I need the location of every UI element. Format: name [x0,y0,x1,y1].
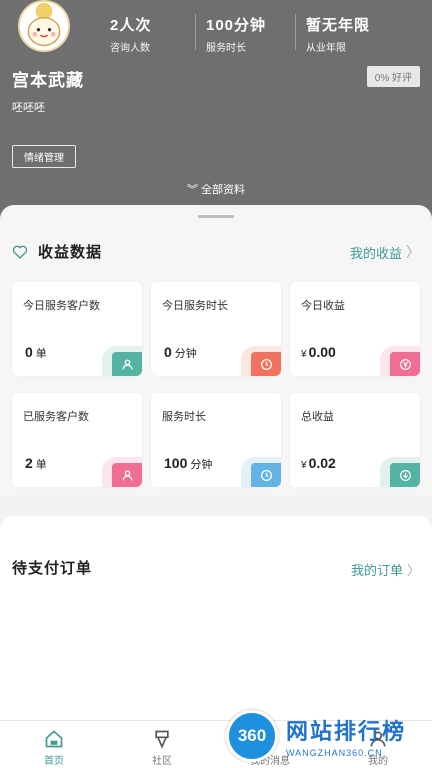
profile-name: 宫本武藏 [12,71,84,90]
income-card[interactable]: 总收益 ¥0.02 [290,393,420,487]
my-income-label: 我的收益 [349,245,402,261]
income-card-value: 100 分钟 [162,455,212,472]
clock-icon [260,469,272,481]
pending-orders-section: 待支付订单 我的订单〉 [0,516,432,720]
value-unit: 分钟 [174,348,197,360]
currency-symbol: ¥ [301,460,307,471]
stat-label: 咨询人数 [110,43,150,54]
income-section-title: 收益数据 [38,244,103,261]
badge-face [390,463,420,487]
double-chevron-down-icon: ︾ [186,184,198,196]
badge-face [112,352,142,376]
tab-label: 首页 [44,756,64,767]
value-number: 0.00 [308,344,336,360]
person-icon [122,470,132,480]
tab-label: 社区 [152,756,172,767]
currency-symbol: ¥ [301,349,307,360]
income-card-badge [241,346,281,376]
person-icon [122,359,132,369]
all-info-toggle[interactable]: ︾ 全部资料 [0,181,432,197]
income-card-value: 0单 [23,344,47,361]
watermark-domain: WANGZHAN360.CN [286,748,383,758]
stat-label: 服务时长 [206,43,246,54]
profile-header: 2人次 咨询人数 100分钟 服务时长 暂无年限 从业年限 宫本武藏 0% 好评… [0,0,432,230]
tab-home[interactable]: 首页 [0,721,108,768]
income-card[interactable]: 今日收益 ¥0.00 [290,282,420,376]
value-number: 2 [25,455,33,471]
value-unit: 分钟 [190,459,213,471]
value-number: 0 [164,344,172,360]
pending-orders-title: 待支付订单 [12,560,93,577]
income-card-value: 2单 [23,455,47,472]
income-card-value: 0 分钟 [162,344,197,361]
chevron-right-icon: 〉 [406,563,420,578]
drag-handle[interactable] [198,215,234,218]
stats-row: 2人次 咨询人数 100分钟 服务时长 暂无年限 从业年限 [100,14,422,54]
income-panel: 收益数据 我的收益 〉 今日服务客户数 0 单今日服务时长 0 分钟 今日收益 ¥0.00 已… [0,205,432,495]
income-card-badge [102,346,142,376]
heart-icon [12,245,28,259]
income-card-badge [102,457,142,487]
badge-face [251,463,281,487]
watermark-name: 网站排行榜 [286,719,407,744]
income-card-title: 今日服务时长 [162,300,228,312]
value-unit: 单 [35,459,47,471]
clock-icon [260,358,272,370]
home-icon [45,730,63,748]
income-card-title: 服务时长 [162,411,206,423]
badge-face [390,352,420,376]
all-info-label: 全部资料 [201,184,246,196]
value-number: 0.02 [308,455,336,471]
my-orders-link[interactable]: 我的订单〉 [351,560,420,579]
income-card-badge [241,457,281,487]
income-card[interactable]: 已服务客户数 2 单 [12,393,142,487]
stat-consult-count: 2人次 咨询人数 [100,14,195,54]
stat-value: 暂无年限 [306,17,371,34]
income-card-title: 今日收益 [301,300,345,312]
value-unit: 单 [35,348,47,360]
value-number: 0 [25,344,33,360]
tab-community[interactable]: 社区 [108,721,216,768]
income-card-value: ¥0.00 [301,344,339,360]
avatar[interactable] [18,0,70,52]
income-card-badge [380,346,420,376]
stat-value: 2人次 [110,17,152,34]
stat-label: 从业年限 [306,43,346,54]
mood-management-button[interactable]: 情绪管理 [12,145,76,168]
income-card-value: ¥0.02 [301,455,339,471]
yen-icon [399,358,411,370]
income-card[interactable]: 服务时长 100 分钟 [151,393,281,487]
rating-badge: 0% 好评 [366,66,420,87]
my-orders-label: 我的订单 [350,563,403,578]
chevron-right-icon: 〉 [406,244,420,260]
stat-service-duration: 100分钟 服务时长 [195,14,295,54]
download-icon [399,469,411,481]
badge-face [251,352,281,376]
income-section-header: 收益数据 [12,241,102,262]
badge-face [112,463,142,487]
income-card-title: 今日服务客户数 [23,300,100,312]
income-card-title: 已服务客户数 [23,411,89,423]
income-card[interactable]: 今日服务时长 0 分钟 [151,282,281,376]
watermark: 360 网站排行榜 WANGZHAN360.CN [222,702,432,768]
stat-value: 100分钟 [206,17,267,34]
income-card[interactable]: 今日服务客户数 0 单 [12,282,142,376]
watermark-logo: 360 [226,710,278,762]
stat-years: 暂无年限 从业年限 [295,14,390,54]
avatar-image [20,2,68,50]
income-card-badge [380,457,420,487]
community-icon [155,730,169,749]
my-income-link[interactable]: 我的收益 〉 [350,242,420,262]
value-number: 100 [164,455,188,471]
income-card-title: 总收益 [301,411,334,423]
profile-motto: 呸呸呸 [12,102,45,114]
